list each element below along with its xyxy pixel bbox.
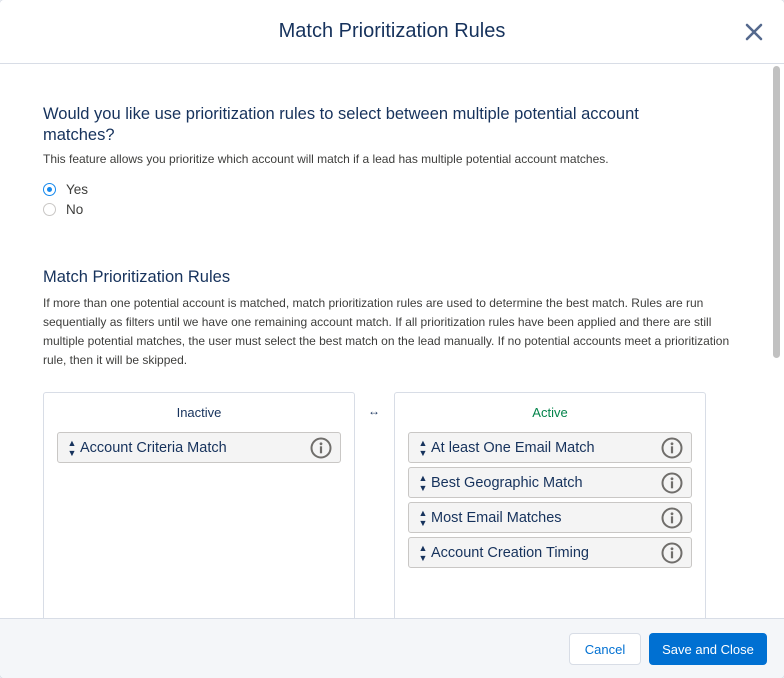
drag-handle-icon[interactable]: ▲ ▼ [66, 438, 78, 458]
rule-label: Most Email Matches [431, 509, 562, 526]
rule-item-account-criteria-match[interactable]: ▲ ▼ Account Criteria Match [57, 432, 341, 463]
inactive-panel-title: Inactive [176, 405, 222, 420]
rule-label: Best Geographic Match [431, 474, 583, 491]
radio-button-yes[interactable] [43, 183, 56, 196]
save-and-close-button[interactable]: Save and Close [649, 633, 767, 665]
rule-label: At least One Email Match [431, 439, 595, 456]
drag-handle-icon[interactable]: ▲ ▼ [417, 438, 429, 458]
radio-option-no[interactable]: No [43, 202, 83, 217]
info-icon[interactable] [661, 542, 683, 564]
rule-label: Account Creation Timing [431, 544, 589, 561]
swap-arrow-icon: ↔ [368, 404, 380, 418]
modal-dialog: Match Prioritization Rules Would you lik… [0, 0, 784, 678]
section-title: Match Prioritization Rules [43, 268, 231, 286]
radio-option-yes[interactable]: Yes [43, 182, 88, 197]
drag-handle-icon[interactable]: ▲ ▼ [417, 543, 429, 563]
close-icon [745, 23, 763, 41]
drag-handle-icon[interactable]: ▲ ▼ [417, 508, 429, 528]
modal-header: Match Prioritization Rules [0, 0, 784, 64]
radio-label-no: No [66, 202, 84, 217]
modal-title: Match Prioritization Rules [278, 20, 506, 42]
rule-item-best-geographic-match[interactable]: ▲ ▼ Best Geographic Match [408, 467, 692, 498]
section-description: If more than one potential account is ma… [43, 296, 730, 367]
inactive-rules-panel: Inactive [43, 392, 355, 618]
vertical-scrollbar[interactable] [773, 66, 780, 358]
close-button[interactable] [740, 18, 768, 46]
radio-label-yes: Yes [66, 182, 89, 197]
modal-body: Would you like use prioritization rules … [0, 64, 770, 618]
rule-item-most-email-matches[interactable]: ▲ ▼ Most Email Matches [408, 502, 692, 533]
active-panel-title: Active [532, 405, 568, 420]
info-icon[interactable] [661, 437, 683, 459]
rule-label: Account Criteria Match [80, 439, 227, 456]
drag-handle-icon[interactable]: ▲ ▼ [417, 473, 429, 493]
modal-footer: Cancel Save and Close [0, 618, 784, 678]
question-description: This feature allows you prioritize which… [43, 152, 609, 166]
info-icon[interactable] [661, 472, 683, 494]
cancel-button[interactable]: Cancel [569, 633, 641, 665]
radio-button-no[interactable] [43, 203, 56, 216]
info-icon[interactable] [661, 507, 683, 529]
rule-item-at-least-one-email-match[interactable]: ▲ ▼ At least One Email Match [408, 432, 692, 463]
rule-item-account-creation-timing[interactable]: ▲ ▼ Account Creation Timing [408, 537, 692, 568]
question-title: Would you like use prioritization rules … [43, 105, 639, 144]
info-icon[interactable] [310, 437, 332, 459]
